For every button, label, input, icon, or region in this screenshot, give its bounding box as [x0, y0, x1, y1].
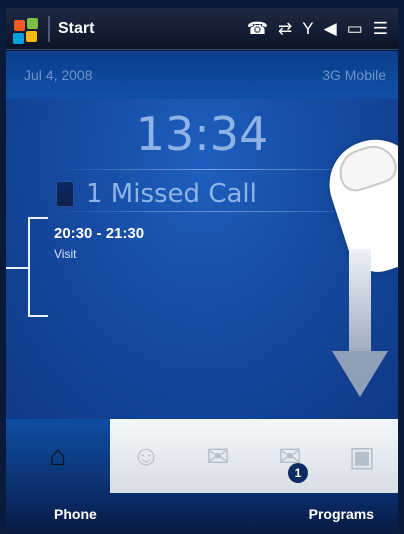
menu-icon[interactable]: ☰	[373, 20, 388, 37]
divider	[54, 211, 384, 212]
selection-bracket	[28, 217, 48, 317]
signal-icon[interactable]: Y	[302, 20, 313, 37]
house-icon: ⌂	[49, 440, 67, 471]
messages-tab[interactable]: ✉ 1	[254, 419, 326, 493]
missed-call-label: 1 Missed Call	[86, 179, 257, 209]
mail-tab[interactable]: ✉	[182, 419, 254, 493]
battery-icon[interactable]: ▭	[347, 20, 363, 37]
device-screen: Start ☎ ⇄ Y ◀ ▭ ☰ Jul 4, 2008 3G Mobile …	[0, 0, 404, 534]
envelope-icon: ✉	[206, 440, 230, 472]
phone-icon	[56, 181, 74, 207]
title-bar: Start ☎ ⇄ Y ◀ ▭ ☰	[6, 8, 398, 50]
missed-call-row[interactable]: 1 Missed Call	[56, 179, 257, 209]
softkey-bar: Phone Programs	[6, 493, 398, 534]
person-icon: ☺	[131, 440, 161, 471]
appointment-time[interactable]: 20:30 - 21:30	[54, 225, 144, 242]
windows-start-icon[interactable]	[10, 12, 44, 46]
missed-call-icon[interactable]: ☎	[247, 20, 268, 37]
softkey-phone[interactable]: Phone	[54, 506, 97, 522]
sync-icon[interactable]: ⇄	[278, 20, 292, 37]
unread-badge: 1	[288, 463, 308, 483]
selection-bracket-tick	[6, 267, 30, 269]
appointment-subject[interactable]: Visit	[54, 247, 76, 261]
people-tab[interactable]: ☺	[110, 419, 182, 493]
swipe-arrow-shaft	[349, 249, 371, 359]
softkey-programs[interactable]: Programs	[309, 506, 374, 522]
carrier-label: 3G Mobile	[322, 67, 386, 83]
tab-bar: ⌂ ☺ ✉ ✉ 1 ▣	[6, 419, 398, 493]
status-icons: ☎ ⇄ Y ◀ ▭ ☰	[247, 20, 388, 37]
volume-icon[interactable]: ◀	[324, 20, 337, 37]
clock[interactable]: 13:34	[6, 107, 398, 161]
home-tab[interactable]: ⌂	[6, 419, 110, 493]
home-panel: 13:34 1 Missed Call 20:30 - 21:30 Visit	[6, 99, 398, 419]
photos-tab[interactable]: ▣	[326, 419, 398, 493]
start-title[interactable]: Start	[58, 20, 94, 38]
date-label: Jul 4, 2008	[24, 67, 93, 83]
swipe-arrow-head	[332, 351, 388, 397]
photos-icon: ▣	[348, 440, 376, 472]
title-separator	[48, 15, 50, 42]
date-carrier-bar: Jul 4, 2008 3G Mobile	[6, 51, 398, 99]
